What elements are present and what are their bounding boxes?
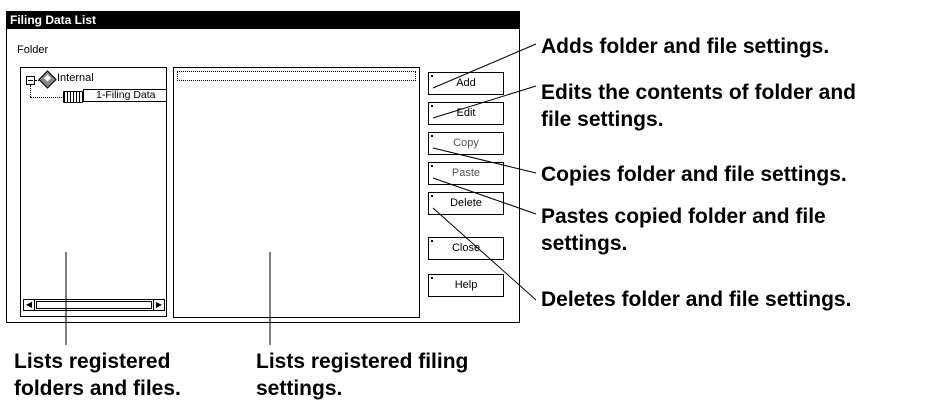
list-focus-row[interactable] <box>177 71 416 81</box>
filing-settings-list[interactable] <box>173 67 420 318</box>
caption-tree: Lists registered folders and files. <box>14 350 181 400</box>
callout-edit: Edits the contents of folder and file se… <box>541 81 857 131</box>
scroll-thumb[interactable] <box>36 301 152 309</box>
callout-add: Adds folder and file settings. <box>541 35 830 58</box>
folder-root-icon <box>38 70 57 89</box>
collapse-icon[interactable] <box>26 76 35 85</box>
paste-button[interactable]: Paste <box>428 162 504 185</box>
callout-delete: Deletes folder and file settings. <box>541 288 852 311</box>
folder-label: Folder <box>17 44 49 56</box>
tree-connector <box>30 97 62 98</box>
edit-button[interactable]: Edit <box>428 102 504 125</box>
tree-node-filing-data[interactable]: 1-Filing Data <box>83 89 167 102</box>
close-button[interactable]: Close <box>428 237 504 260</box>
dialog-title: Filing Data List <box>7 12 519 29</box>
scroll-left-icon[interactable]: ◀ <box>24 300 35 310</box>
help-button[interactable]: Help <box>428 274 504 297</box>
copy-button[interactable]: Copy <box>428 132 504 155</box>
callout-copy: Copies folder and file settings. <box>541 163 847 186</box>
folder-tree[interactable]: Internal 1-Filing Data ◀ ▶ <box>20 67 167 317</box>
callout-paste: Pastes copied folder and file settings. <box>541 205 826 255</box>
filing-data-icon <box>63 91 83 103</box>
tree-horizontal-scrollbar[interactable]: ◀ ▶ <box>23 299 165 311</box>
add-button[interactable]: Add <box>428 72 504 95</box>
caption-list: Lists registered filing settings. <box>256 350 469 400</box>
tree-node-internal[interactable]: Internal <box>57 72 94 85</box>
tree-connector <box>30 85 31 97</box>
scroll-right-icon[interactable]: ▶ <box>153 300 164 310</box>
delete-button[interactable]: Delete <box>428 192 504 215</box>
filing-data-list-dialog: Filing Data List Folder Internal 1-Filin… <box>6 11 520 323</box>
